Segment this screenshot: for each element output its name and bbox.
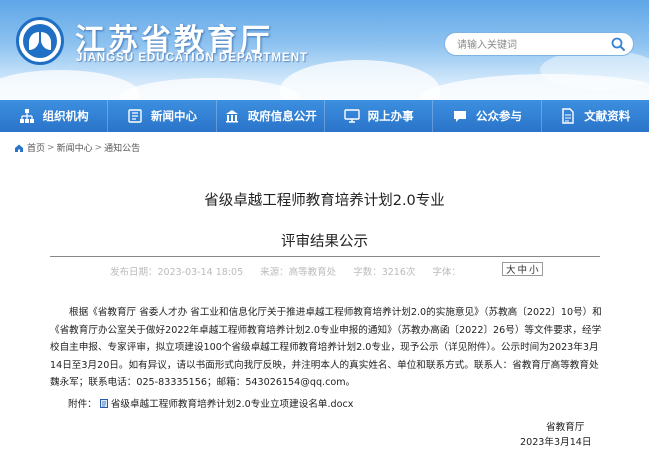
attachment-label: 附件： xyxy=(68,399,97,410)
attachment: 附件： 省级卓越工程师教育培养计划2.0专业立项建设名单.docx xyxy=(68,396,353,410)
article-subtitle: 评审结果公示 xyxy=(281,234,368,250)
font-size-switcher: 大 中 小 xyxy=(502,262,543,276)
article-body: 根据《省教育厅 省委人才办 省工业和信息化厅关于推进卓越工程师教育培养计划2.0… xyxy=(50,304,605,392)
font-size-label: 字体： xyxy=(432,267,461,278)
nav-label: 政府信息公开 xyxy=(247,109,317,123)
documents-icon xyxy=(562,108,574,124)
site-title-english: JIANGSU EDUCATION DEPARTMENT xyxy=(76,52,309,64)
nav-item-government-info[interactable]: 政府信息公开 xyxy=(217,100,325,132)
publish-date: 发布日期：2023-03-14 18:05 xyxy=(110,267,244,278)
department-logo[interactable] xyxy=(16,17,64,65)
word-document-icon xyxy=(99,398,108,408)
nav-label: 文献资料 xyxy=(584,109,631,123)
nav-item-documents[interactable]: 文献资料 xyxy=(542,100,649,132)
online-service-icon xyxy=(343,109,360,123)
cloud-decoration xyxy=(540,50,649,90)
signature-date: 2023年3月14日 xyxy=(520,437,592,448)
org-chart-icon xyxy=(19,109,34,123)
breadcrumb-link-notices[interactable]: 通知公告 xyxy=(104,141,140,154)
article-container: 首页 > 新闻中心 > 通知公告 省级卓越工程师教育培养计划2.0专业 评审结果… xyxy=(0,132,649,472)
breadcrumb: 首页 > 新闻中心 > 通知公告 xyxy=(14,141,140,154)
signature: 省教育厅 xyxy=(546,422,585,433)
breadcrumb-link-home[interactable]: 首页 xyxy=(27,141,45,154)
source: 来源：高等教育处 xyxy=(260,267,337,278)
cloud-decoration xyxy=(0,70,140,100)
main-nav: 组织机构 新闻中心 政府信息公开 网上办事 公众参与 文献资料 xyxy=(0,100,649,132)
public-participation-icon xyxy=(453,111,466,122)
government-info-icon xyxy=(225,110,238,123)
nav-label: 组织机构 xyxy=(42,109,89,123)
breadcrumb-separator: > xyxy=(47,142,55,153)
nav-item-news[interactable]: 新闻中心 xyxy=(108,100,217,132)
article-meta: 发布日期：2023-03-14 18:05 来源：高等教育处 字数：3216次 … xyxy=(110,264,475,278)
attachment-link[interactable]: 省级卓越工程师教育培养计划2.0专业立项建设名单.docx xyxy=(111,396,354,410)
nav-item-organization[interactable]: 组织机构 xyxy=(0,100,109,132)
logo-emblem-icon xyxy=(23,24,57,58)
search-input[interactable] xyxy=(457,37,597,53)
home-icon xyxy=(15,144,23,152)
breadcrumb-separator: > xyxy=(94,142,103,153)
cloud-decoration xyxy=(280,60,440,100)
breadcrumb-link-news[interactable]: 新闻中心 xyxy=(57,141,93,154)
search-box xyxy=(444,32,634,56)
news-icon xyxy=(128,109,142,123)
font-size-medium-button[interactable]: 中 xyxy=(518,262,528,276)
search-icon[interactable] xyxy=(610,36,627,53)
article-title: 省级卓越工程师教育培养计划2.0专业 xyxy=(204,193,445,209)
nav-label: 公众参与 xyxy=(475,109,522,123)
word-count: 字数：3216次 xyxy=(353,267,416,278)
site-header: 江苏省教育厅 JIANGSU EDUCATION DEPARTMENT xyxy=(0,0,649,100)
title-divider xyxy=(50,256,600,257)
cloud-decoration xyxy=(120,78,300,100)
font-size-large-button[interactable]: 大 xyxy=(506,262,516,276)
nav-item-public-participation[interactable]: 公众参与 xyxy=(433,100,542,132)
nav-label: 网上办事 xyxy=(367,109,414,123)
nav-label: 新闻中心 xyxy=(150,109,197,123)
font-size-small-button[interactable]: 小 xyxy=(529,262,539,276)
nav-item-online-service[interactable]: 网上办事 xyxy=(325,100,434,132)
article-paragraph: 根据《省教育厅 省委人才办 省工业和信息化厅关于推进卓越工程师教育培养计划2.0… xyxy=(50,307,602,389)
